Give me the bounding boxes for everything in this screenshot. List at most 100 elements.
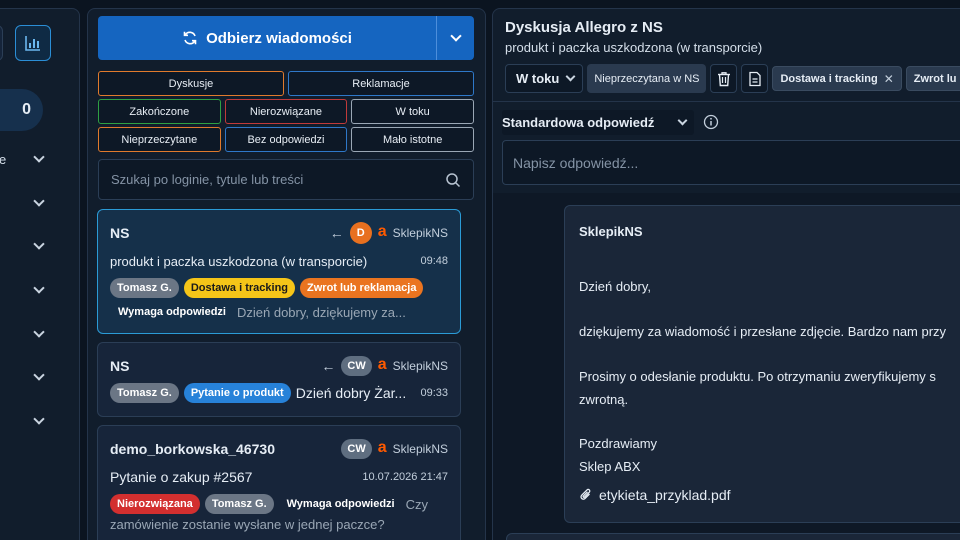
sidebar-row[interactable]: e	[0, 144, 51, 174]
message-bubble: SklepikNS Dzień dobry, dziękujemy za wia…	[564, 205, 960, 523]
paperclip-icon	[580, 488, 591, 500]
chevron-down-icon	[449, 30, 462, 42]
sidebar-row[interactable]	[0, 188, 51, 218]
filter-grid: Dyskusje Reklamacje Zakończone Nierozwią…	[98, 71, 474, 152]
status-tag: Wymaga odpowiedzi	[118, 306, 226, 318]
filter-discussions[interactable]: Dyskusje	[98, 71, 284, 96]
message-snippet-continued: zamówienie zostanie wysłane w jednej pac…	[110, 517, 385, 532]
delete-button[interactable]	[710, 64, 738, 93]
allegro-icon: a	[377, 356, 387, 373]
message-line: Dzień dobry,	[579, 279, 652, 294]
conversation-card[interactable]: NS ← CW a SklepikNS Tomasz G. Pytanie o …	[97, 342, 461, 417]
fetch-messages-label: Odbierz wiadomości	[206, 29, 352, 47]
type-badge: CW	[341, 439, 372, 459]
conversation-time: 10.07.2026 21:47	[362, 471, 448, 483]
category-tag: Zwrot lub reklamacja	[300, 278, 424, 298]
chevron-down-icon	[33, 326, 45, 338]
conversation-login: demo_borkowska_46730	[110, 441, 275, 457]
search-icon[interactable]	[445, 172, 461, 188]
conversation-time: 09:33	[420, 387, 448, 399]
channel-name: SklepikNS	[392, 226, 448, 240]
filter-complaints[interactable]: Reklamacje	[287, 71, 474, 96]
bar-chart-icon	[25, 36, 40, 51]
chevron-down-icon	[33, 195, 45, 207]
chevron-down-icon	[33, 413, 45, 425]
reply-input[interactable]	[513, 154, 960, 171]
document-icon	[749, 71, 761, 86]
close-icon[interactable]: ✕	[884, 72, 894, 86]
conversation-login: NS	[110, 225, 130, 241]
sidebar-row[interactable]	[0, 362, 51, 392]
sidebar-row[interactable]	[0, 231, 51, 261]
conversation-card[interactable]: NS ← D a SklepikNS produkt i paczka uszk…	[97, 209, 461, 334]
channel-name: SklepikNS	[392, 442, 448, 456]
conversation-detail-panel: Dyskusja Allegro z NS produkt i paczka u…	[492, 8, 960, 540]
status-select[interactable]: W toku	[505, 64, 584, 93]
reply-box	[502, 140, 960, 185]
sidebar-row[interactable]	[0, 319, 51, 349]
assigned-tag[interactable]: Dostawa i tracking ✕	[772, 66, 902, 91]
assigned-tag[interactable]: Zwrot lu	[905, 66, 960, 91]
info-icon[interactable]	[703, 114, 719, 130]
trash-icon	[717, 71, 730, 86]
allegro-icon: a	[377, 439, 387, 456]
search-box	[98, 159, 474, 200]
status-value: W toku	[516, 71, 560, 86]
stats-button[interactable]	[15, 25, 51, 61]
assignee-tag: Tomasz G.	[110, 383, 179, 403]
fetch-options-button[interactable]	[436, 16, 474, 60]
discussion-subtitle: produkt i paczka uszkodzona (w transporc…	[505, 40, 763, 55]
sidebar-button-partial[interactable]	[0, 25, 3, 61]
chevron-down-icon	[33, 151, 45, 163]
message-snippet: Czy	[405, 496, 428, 512]
sidebar-row[interactable]	[0, 406, 51, 436]
standard-reply-label: Standardowa odpowiedź	[502, 115, 655, 130]
category-tag: Pytanie o produkt	[183, 383, 291, 403]
sidebar-row[interactable]	[0, 275, 51, 305]
filter-no-reply[interactable]: Bez odpowiedzi	[224, 127, 348, 152]
conversation-card[interactable]: demo_borkowska_46730 CW a SklepikNS Pyta…	[97, 425, 461, 540]
type-badge: D	[349, 222, 372, 244]
attachment-link[interactable]: etykieta_przyklad.pdf	[579, 487, 731, 503]
allegro-icon: a	[377, 223, 387, 240]
message-line: Pozdrawiamy	[579, 436, 658, 451]
arrow-left-icon: ←	[321, 358, 336, 374]
conversation-subject: produkt i paczka uszkodzona (w transporc…	[110, 253, 368, 269]
chevron-down-icon	[565, 71, 576, 82]
message-snippet: Dzień dobry, dziękujemy za...	[236, 304, 406, 320]
standard-reply-select[interactable]: Standardowa odpowiedź	[502, 110, 694, 135]
unread-indicator[interactable]: Nieprzeczytana w NS	[587, 64, 707, 93]
note-button[interactable]	[741, 64, 769, 93]
message-snippet: Dzień dobry Żar...	[295, 385, 407, 401]
sidebar-row-label: e	[0, 151, 7, 167]
filter-finished[interactable]: Zakończone	[98, 99, 221, 124]
assignee-tag: Tomasz G.	[204, 494, 274, 514]
fetch-messages-group: Odbierz wiadomości	[98, 16, 474, 60]
sidebar-counter[interactable]: 0	[0, 89, 43, 131]
category-tag: Dostawa i tracking	[183, 278, 296, 298]
filter-unresolved[interactable]: Nierozwiązane	[224, 99, 348, 124]
message-line: Prosimy o odesłanie produktu. Po otrzyma…	[579, 369, 936, 384]
fetch-messages-button[interactable]: Odbierz wiadomości	[98, 16, 436, 60]
counter-value: 0	[22, 101, 31, 118]
chevron-down-icon	[677, 115, 688, 126]
filter-low-priority[interactable]: Mało istotne	[351, 127, 474, 152]
chevron-down-icon	[33, 369, 45, 381]
search-input[interactable]	[111, 172, 445, 187]
filter-unread[interactable]: Nieprzeczytane	[98, 127, 221, 152]
type-badge: CW	[341, 356, 372, 376]
message-sender: SklepikNS	[579, 224, 643, 239]
discussion-title: Dyskusja Allegro z NS	[505, 19, 663, 36]
detail-toolbar: W toku Nieprzeczytana w NS Dostawa i tra…	[505, 64, 960, 93]
filter-in-progress[interactable]: W toku	[351, 99, 474, 124]
chevron-down-icon	[33, 282, 45, 294]
conversation-time: 09:48	[420, 255, 448, 267]
refresh-icon	[183, 31, 197, 45]
divider	[493, 101, 960, 102]
message-line: zwrotną.	[579, 392, 629, 407]
assignee-tag: Tomasz G.	[110, 278, 179, 298]
conversation-login: NS	[110, 358, 130, 374]
chevron-down-icon	[33, 238, 45, 250]
assigned-tag-label: Zwrot lu	[913, 72, 957, 85]
channel-name: SklepikNS	[392, 359, 448, 373]
